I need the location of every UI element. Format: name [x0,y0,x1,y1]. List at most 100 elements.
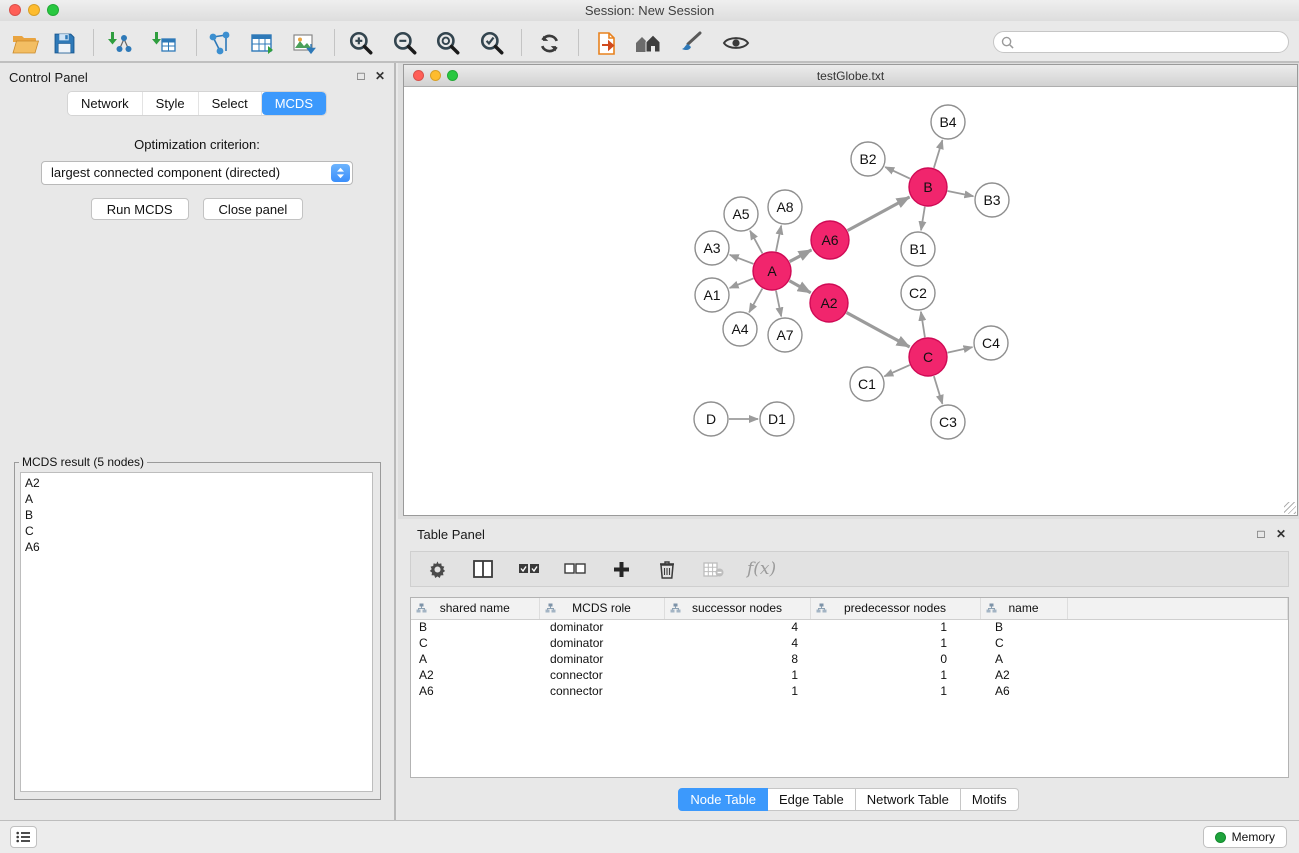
mcds-result-item[interactable]: A6 [21,539,372,555]
mcds-result-item[interactable]: A2 [21,475,372,491]
tab-node-table[interactable]: Node Table [678,788,768,811]
table-cell[interactable]: A [980,651,1067,667]
export-image-button[interactable] [290,28,320,58]
resize-grip-icon[interactable] [1284,502,1296,514]
tab-motifs[interactable]: Motifs [961,788,1019,811]
column-header-name[interactable]: name [980,598,1067,619]
table-cell[interactable]: 1 [664,683,810,699]
float-panel-icon[interactable]: □ [353,69,369,83]
float-table-panel-icon[interactable]: □ [1253,527,1269,541]
network-home-button[interactable] [633,28,663,58]
column-type-icon[interactable] [670,603,681,617]
table-cell[interactable]: connector [539,683,664,699]
graph-node-A[interactable]: A [753,252,791,290]
graph-edge-B-B4[interactable] [934,140,943,168]
graph-node-D1[interactable]: D1 [760,402,794,436]
new-network-button[interactable] [205,28,235,58]
import-table-button[interactable] [148,28,178,58]
tab-network[interactable]: Network [68,92,143,115]
column-header-predecessor-nodes[interactable]: predecessor nodes [810,598,980,619]
graph-node-C1[interactable]: C1 [850,367,884,401]
table-cell[interactable]: C [411,635,539,651]
graph-edge-C-C3[interactable] [934,376,943,404]
table-cell[interactable]: 0 [810,651,980,667]
graph-node-A3[interactable]: A3 [695,231,729,265]
graph-node-A4[interactable]: A4 [723,312,757,346]
graph-edge-A-A6[interactable] [790,250,812,262]
graph-edge-A6-B[interactable] [848,197,910,230]
table-cell[interactable]: B [411,619,539,635]
graph-edge-A-A7[interactable] [776,291,781,317]
table-cell[interactable]: 1 [810,635,980,651]
task-history-button[interactable] [10,826,37,848]
graph-edge-A-A8[interactable] [776,226,781,252]
tab-select[interactable]: Select [199,92,262,115]
table-cell[interactable]: dominator [539,635,664,651]
table-row[interactable]: A6connector11A6 [411,683,1288,699]
graph-node-B1[interactable]: B1 [901,232,935,266]
graph-node-A1[interactable]: A1 [695,278,729,312]
graph-node-B[interactable]: B [909,168,947,206]
table-row[interactable]: Bdominator41B [411,619,1288,635]
graph-node-A7[interactable]: A7 [768,318,802,352]
graph-edge-A-A2[interactable] [789,281,810,293]
graph-edge-B-B2[interactable] [885,167,910,179]
close-table-panel-icon[interactable]: ✕ [1273,527,1289,541]
zoom-in-button[interactable] [346,28,376,58]
column-type-icon[interactable] [545,603,556,617]
network-canvas[interactable]: AA1A2A3A4A5A6A7A8BB1B2B3B4CC1C2C3C4DD1 [404,87,1297,515]
table-cell[interactable]: A2 [411,667,539,683]
run-mcds-button[interactable]: Run MCDS [91,198,189,220]
table-cell[interactable]: 1 [664,667,810,683]
table-cell[interactable]: dominator [539,619,664,635]
column-type-icon[interactable] [816,603,827,617]
tab-network-table[interactable]: Network Table [856,788,961,811]
graph-edge-A-A4[interactable] [749,289,762,313]
graph-edge-C-C2[interactable] [921,312,925,337]
graph-node-D[interactable]: D [694,402,728,436]
memory-button[interactable]: Memory [1203,826,1287,848]
graph-node-A2[interactable]: A2 [810,284,848,322]
graph-edge-A-A3[interactable] [730,255,754,264]
search-input[interactable] [1018,35,1288,49]
mcds-result-item[interactable]: B [21,507,372,523]
table-row[interactable]: Cdominator41C [411,635,1288,651]
tab-edge-table[interactable]: Edge Table [768,788,856,811]
table-cell[interactable]: 4 [664,635,810,651]
close-panel-icon[interactable]: ✕ [372,69,388,83]
toolbar-search[interactable] [993,31,1289,53]
column-header-shared-name[interactable]: shared name [411,598,539,619]
tab-mcds[interactable]: MCDS [262,92,326,115]
zoom-selected-button[interactable] [477,28,507,58]
table-cell[interactable]: 1 [810,667,980,683]
table-cell[interactable]: B [980,619,1067,635]
graph-node-A8[interactable]: A8 [768,190,802,224]
graph-node-A6[interactable]: A6 [811,221,849,259]
tab-style[interactable]: Style [143,92,199,115]
network-graph[interactable]: AA1A2A3A4A5A6A7A8BB1B2B3B4CC1C2C3C4DD1 [404,87,1297,515]
select-all-button[interactable] [517,557,541,581]
save-session-button[interactable] [49,28,79,58]
table-cell[interactable]: 1 [810,683,980,699]
column-header-mcds-role[interactable]: MCDS role [539,598,664,619]
table-cell[interactable]: 8 [664,651,810,667]
graph-edge-C-C4[interactable] [948,347,973,353]
table-cell[interactable]: A6 [980,683,1067,699]
zoom-fit-button[interactable] [433,28,463,58]
graph-edge-C-C1[interactable] [884,365,909,376]
create-column-button[interactable] [609,557,633,581]
table-row[interactable]: A2connector11A2 [411,667,1288,683]
graph-node-A5[interactable]: A5 [724,197,758,231]
function-builder-button[interactable]: f(x) [747,559,776,579]
apply-layout-button[interactable] [534,28,564,58]
clear-marks-button[interactable] [701,557,725,581]
table-cell[interactable]: C [980,635,1067,651]
optimization-criterion-dropdown[interactable]: largest connected component (directed) [41,161,353,185]
table-cell[interactable]: A6 [411,683,539,699]
delete-column-button[interactable] [655,557,679,581]
mcds-result-list[interactable]: A2ABCA6 [20,472,373,792]
table-cell[interactable]: dominator [539,651,664,667]
table-cell[interactable]: connector [539,667,664,683]
table-cell[interactable]: 1 [810,619,980,635]
graph-edge-A-A1[interactable] [730,278,754,288]
